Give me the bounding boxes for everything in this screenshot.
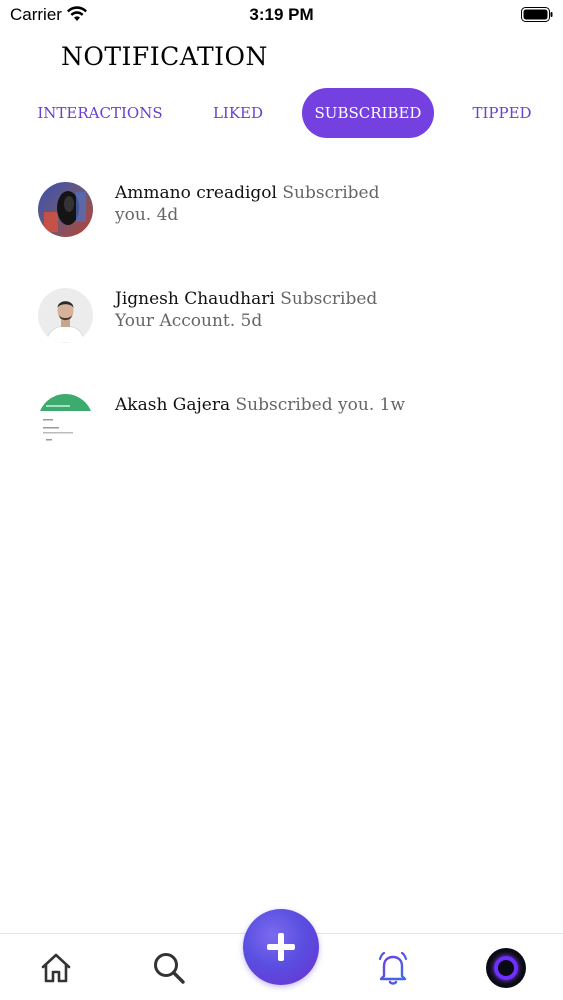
notification-text: Akash Gajera Subscribed you. 1w: [115, 394, 415, 416]
add-button[interactable]: [243, 909, 319, 985]
tab-interactions[interactable]: INTERACTIONS: [36, 88, 164, 138]
nav-profile[interactable]: [486, 948, 526, 988]
notification-username: Jignesh Chaudhari: [115, 289, 275, 309]
list-item[interactable]: Jignesh Chaudhari Subscribed Your Accoun…: [38, 288, 528, 348]
notification-username: Akash Gajera: [115, 395, 231, 415]
list-item[interactable]: Akash Gajera Subscribed you. 1w: [38, 394, 528, 454]
avatar[interactable]: [38, 288, 93, 343]
list-item[interactable]: Ammano creadigol Subscribed you. 4d: [38, 182, 528, 242]
notification-username: Ammano creadigol: [115, 183, 277, 203]
nav-home[interactable]: [36, 948, 76, 988]
notification-text: Ammano creadigol Subscribed you. 4d: [115, 182, 415, 226]
page-title: NOTIFICATION: [61, 42, 268, 71]
nav-search[interactable]: [149, 948, 189, 988]
status-bar: Carrier 3:19 PM: [0, 0, 563, 30]
avatar-photo: [38, 288, 93, 343]
avatar[interactable]: [38, 394, 93, 449]
avatar-photo: [38, 394, 93, 449]
tab-liked[interactable]: LIKED: [200, 88, 276, 138]
tab-bar: INTERACTIONS LIKED SUBSCRIBED TIPPED: [0, 88, 563, 138]
plus-icon: [267, 933, 295, 961]
bell-icon: [378, 951, 408, 985]
home-icon: [41, 953, 71, 983]
ring-icon: [494, 956, 518, 980]
notification-action: Subscribed you. 1w: [235, 395, 405, 415]
nav-notifications[interactable]: [373, 948, 413, 988]
search-icon: [154, 953, 185, 984]
profile-avatar: [486, 948, 526, 988]
avatar[interactable]: [38, 182, 93, 237]
clock: 3:19 PM: [249, 5, 314, 24]
tab-tipped[interactable]: TIPPED: [466, 88, 538, 138]
notification-text: Jignesh Chaudhari Subscribed Your Accoun…: [115, 288, 415, 332]
battery-icon: [521, 7, 553, 22]
avatar-photo: [38, 182, 93, 237]
tab-subscribed[interactable]: SUBSCRIBED: [302, 88, 434, 138]
